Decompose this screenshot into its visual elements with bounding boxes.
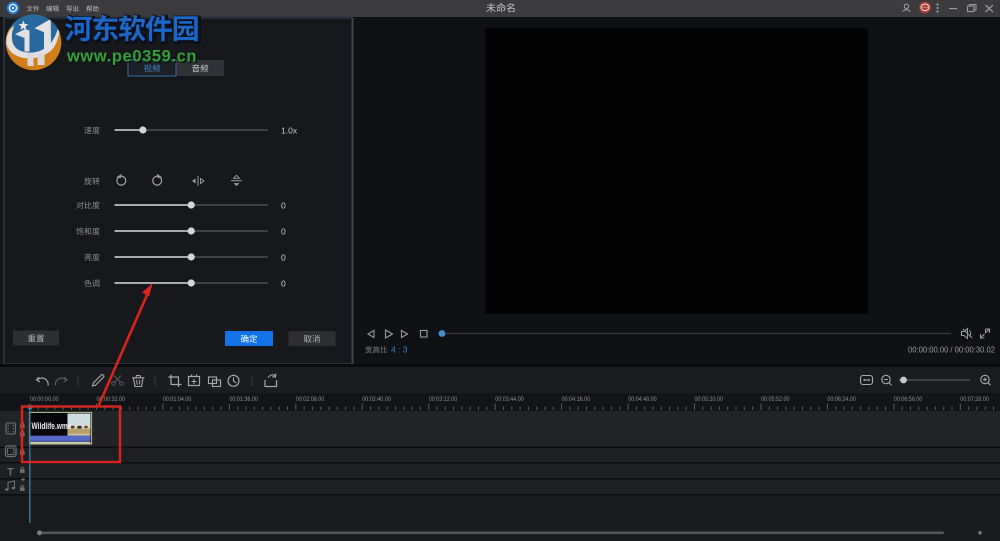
svg-text:00:01:36.00: 00:01:36.00	[229, 396, 258, 403]
svg-text:00:03:12.00: 00:03:12.00	[429, 396, 458, 403]
svg-text:T: T	[7, 467, 14, 479]
svg-text:00:02:40.00: 00:02:40.00	[362, 396, 391, 403]
svg-text:00:04:16.00: 00:04:16.00	[562, 396, 591, 403]
svg-text:00:06:56.00: 00:06:56.00	[894, 396, 923, 403]
svg-text:Wildlife.wmv: Wildlife.wmv	[32, 421, 72, 431]
svg-text:00:00:00.00: 00:00:00.00	[30, 396, 59, 403]
svg-text:1.0x: 1.0x	[281, 126, 298, 136]
svg-text:00:07:28.00: 00:07:28.00	[960, 396, 989, 403]
svg-text:00:05:52.00: 00:05:52.00	[761, 396, 790, 403]
svg-text:www.pe0359.cn: www.pe0359.cn	[66, 48, 197, 66]
svg-text:00:02:08.00: 00:02:08.00	[296, 396, 325, 403]
svg-text:00:01:04.00: 00:01:04.00	[163, 396, 192, 403]
svg-text:0: 0	[281, 253, 286, 263]
svg-text:00:05:20.00: 00:05:20.00	[695, 396, 724, 403]
svg-text:0: 0	[281, 279, 286, 289]
svg-text:0: 0	[281, 227, 286, 237]
svg-text:00:00:00.00 / 00:00:30.02: 00:00:00.00 / 00:00:30.02	[908, 346, 996, 355]
svg-text:00:04:48.00: 00:04:48.00	[628, 396, 657, 403]
svg-text:00:06:24.00: 00:06:24.00	[827, 396, 856, 403]
svg-text:0: 0	[281, 201, 286, 211]
svg-text:4 : 3: 4 : 3	[391, 345, 408, 355]
svg-text:00:03:44.00: 00:03:44.00	[495, 396, 524, 403]
